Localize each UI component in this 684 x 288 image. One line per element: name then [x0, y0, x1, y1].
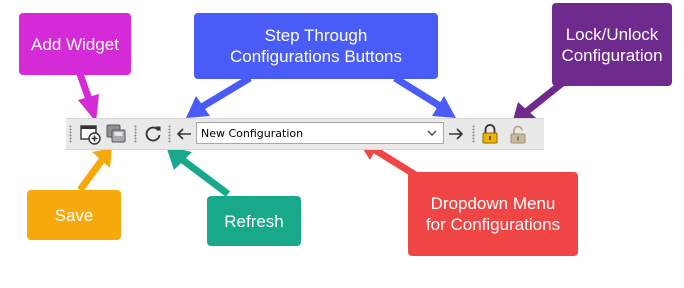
save-arrow	[77, 157, 105, 193]
save-callout: Save	[27, 190, 121, 240]
add-widget-callout-label: Add Widget	[31, 34, 119, 54]
refresh-callout-label: Refresh	[224, 211, 284, 231]
arrow-right-icon	[449, 128, 464, 140]
dropdown-menu-callout-label: Dropdown Menu for Configurations	[425, 194, 561, 234]
refresh-callout: Refresh	[207, 196, 301, 246]
save-callout-label: Save	[54, 205, 94, 225]
toolbar-grip[interactable]	[134, 125, 137, 143]
step-left-arrow	[198, 74, 252, 112]
unlock-configuration-button[interactable]	[506, 122, 530, 146]
add-widget-button[interactable]	[78, 122, 102, 146]
refresh-icon	[145, 126, 161, 142]
unlock-icon	[510, 125, 526, 144]
configuration-select[interactable]: New Configuration	[196, 122, 444, 144]
configuration-toolbar: New Configuration	[66, 118, 544, 150]
arrow-left-icon	[176, 128, 191, 140]
refresh-button[interactable]	[141, 122, 165, 146]
toolbar-grip[interactable]	[472, 125, 475, 143]
add-widget-callout: Add Widget	[19, 13, 131, 75]
toolbar-grip[interactable]	[69, 125, 72, 143]
dropdown-menu-callout: Dropdown Menu for Configurations	[408, 172, 578, 256]
lock-unlock-callout: Lock/Unlock Configuration	[552, 3, 672, 86]
step-through-callout-label: Step Through Configurations Buttons	[230, 26, 402, 66]
toolbar-grip[interactable]	[168, 125, 171, 143]
chevron-down-icon[interactable]	[425, 125, 439, 141]
lock-icon	[482, 124, 498, 144]
previous-configuration-button[interactable]	[172, 122, 196, 146]
refresh-arrow	[177, 155, 231, 197]
step-through-callout: Step Through Configurations Buttons	[194, 13, 438, 79]
lock-unlock-callout-label: Lock/Unlock Configuration	[561, 24, 663, 65]
configuration-select-value: New Configuration	[201, 127, 304, 140]
next-configuration-button[interactable]	[444, 122, 468, 146]
add-widget-icon	[80, 125, 101, 145]
lock-configuration-button[interactable]	[478, 122, 502, 146]
save-button[interactable]	[104, 122, 128, 146]
save-icon	[106, 124, 126, 143]
step-right-arrow	[393, 75, 442, 109]
